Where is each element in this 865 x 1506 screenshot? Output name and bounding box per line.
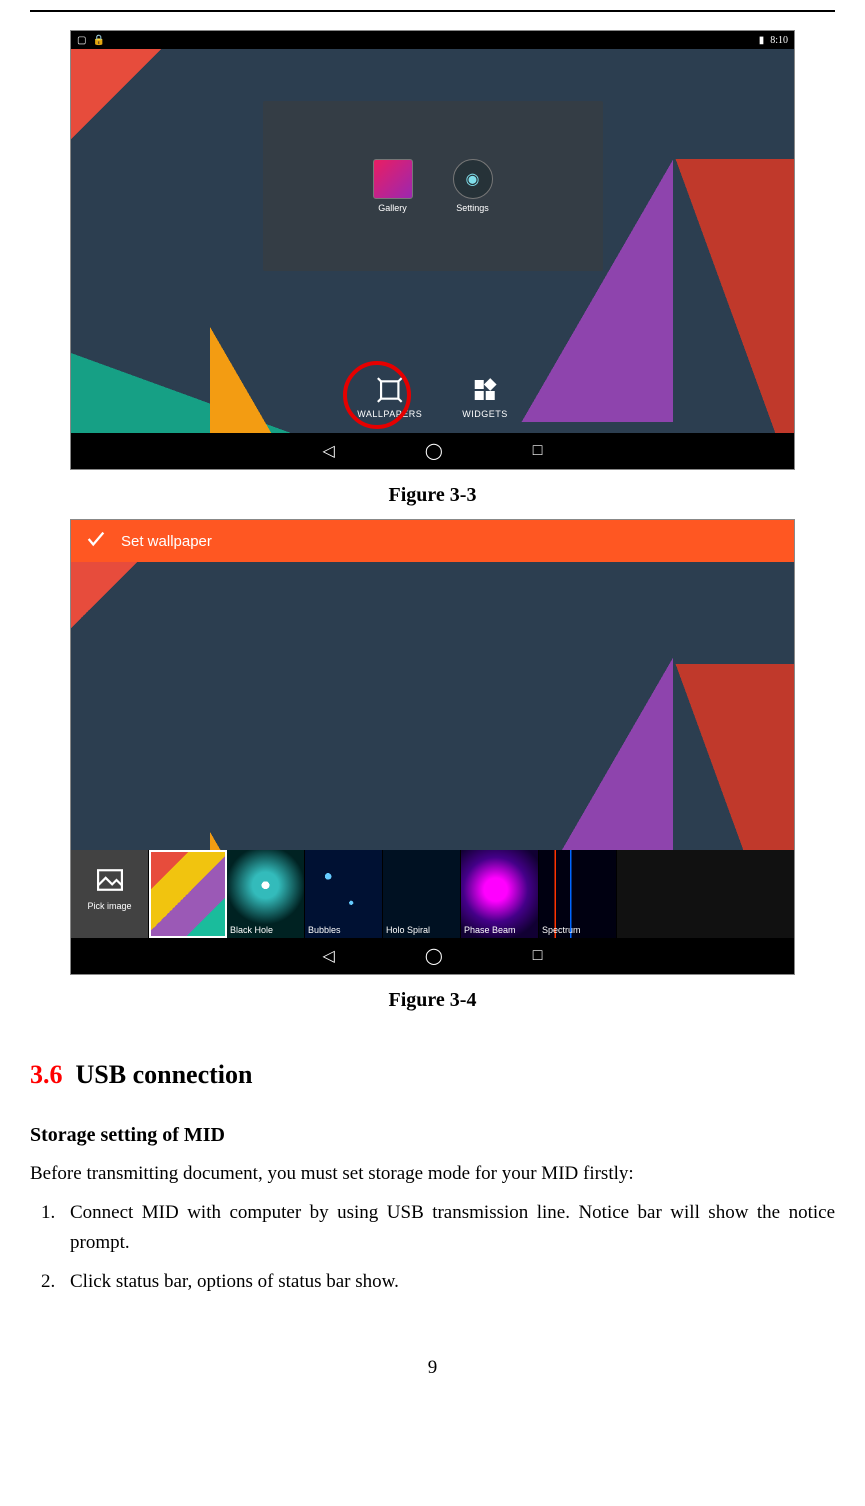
orientation-lock-icon: ▢ <box>77 35 86 46</box>
nav-home-icon[interactable]: ◯ <box>425 441 443 461</box>
steps-list: Connect MID with computer by using USB t… <box>30 1198 835 1296</box>
battery-icon: ▮ <box>759 35 765 46</box>
home-options-row: WALLPAPERS WIDGETS <box>357 375 508 419</box>
wallpaper-thumb-black-hole[interactable]: Black Hole <box>227 850 305 938</box>
app-selection-panel: Gallery ◉ Settings <box>263 101 603 271</box>
gallery-icon <box>373 159 413 199</box>
nav-recent-icon-2[interactable]: □ <box>533 947 543 965</box>
wallpaper-thumb-label-5: Spectrum <box>542 925 613 935</box>
wallpaper-strip: Pick image Black Hole Bubbles Holo Spira… <box>71 850 794 938</box>
nav-home-icon-2[interactable]: ◯ <box>425 946 443 966</box>
nav-back-icon-2[interactable]: ◁ <box>323 946 335 966</box>
status-time: 8:10 <box>770 35 788 46</box>
app-gallery[interactable]: Gallery <box>373 159 413 213</box>
widgets-option[interactable]: WIDGETS <box>462 375 508 419</box>
settings-label: Settings <box>456 203 489 213</box>
gallery-label: Gallery <box>378 203 407 213</box>
android-status-bar: ▢ 🔒 ▮ 8:10 <box>71 31 794 49</box>
subsection-heading: Storage setting of MID <box>30 1124 835 1147</box>
wallpaper-thumb-current[interactable] <box>149 850 227 938</box>
wallpapers-label: WALLPAPERS <box>357 409 422 419</box>
wallpaper-thumb-label-4: Phase Beam <box>464 925 535 935</box>
wallpaper-thumb-holo-spiral[interactable]: Holo Spiral <box>383 850 461 938</box>
lock-icon: 🔒 <box>92 35 104 46</box>
settings-icon: ◉ <box>453 159 493 199</box>
page-number: 9 <box>30 1357 835 1399</box>
android-nav-bar: ◁ ◯ □ <box>71 433 794 469</box>
intro-text: Before transmitting document, you must s… <box>30 1159 835 1188</box>
section-heading: 3.6 USB connection <box>30 1060 835 1090</box>
figure-3-3-screenshot: ▢ 🔒 ▮ 8:10 Gallery ◉ Settings <box>70 30 795 470</box>
wallpaper-thumb-bubbles[interactable]: Bubbles <box>305 850 383 938</box>
widgets-icon <box>470 375 500 405</box>
figure-3-4-caption: Figure 3-4 <box>30 989 835 1012</box>
app-settings[interactable]: ◉ Settings <box>453 159 493 213</box>
wallpaper-thumb-label-1: Black Hole <box>230 925 301 935</box>
set-wallpaper-label: Set wallpaper <box>121 533 212 550</box>
wallpapers-option[interactable]: WALLPAPERS <box>357 375 422 419</box>
figure-3-4-screenshot: Set wallpaper Pick image Black Hole Bubb… <box>70 519 795 975</box>
pick-image-label: Pick image <box>87 901 131 911</box>
wallpapers-icon <box>375 375 405 405</box>
step-1: Connect MID with computer by using USB t… <box>60 1198 835 1257</box>
set-wallpaper-header[interactable]: Set wallpaper <box>71 520 794 562</box>
step-2: Click status bar, options of status bar … <box>60 1267 835 1296</box>
section-number: 3.6 <box>30 1060 63 1089</box>
wallpaper-thumb-label-2: Bubbles <box>308 925 379 935</box>
image-icon <box>97 869 123 897</box>
nav-back-icon[interactable]: ◁ <box>323 441 335 461</box>
page-top-rule <box>30 10 835 12</box>
widgets-label: WIDGETS <box>462 409 508 419</box>
section-title: USB connection <box>76 1060 253 1089</box>
pick-image-option[interactable]: Pick image <box>71 850 149 938</box>
wallpaper-thumb-spectrum[interactable]: Spectrum <box>539 850 617 938</box>
nav-recent-icon[interactable]: □ <box>533 442 543 460</box>
figure-3-3-caption: Figure 3-3 <box>30 484 835 507</box>
android-nav-bar-2: ◁ ◯ □ <box>71 938 794 974</box>
wallpaper-thumb-phase-beam[interactable]: Phase Beam <box>461 850 539 938</box>
wallpaper-thumb-label-3: Holo Spiral <box>386 925 457 935</box>
checkmark-icon <box>85 528 107 554</box>
